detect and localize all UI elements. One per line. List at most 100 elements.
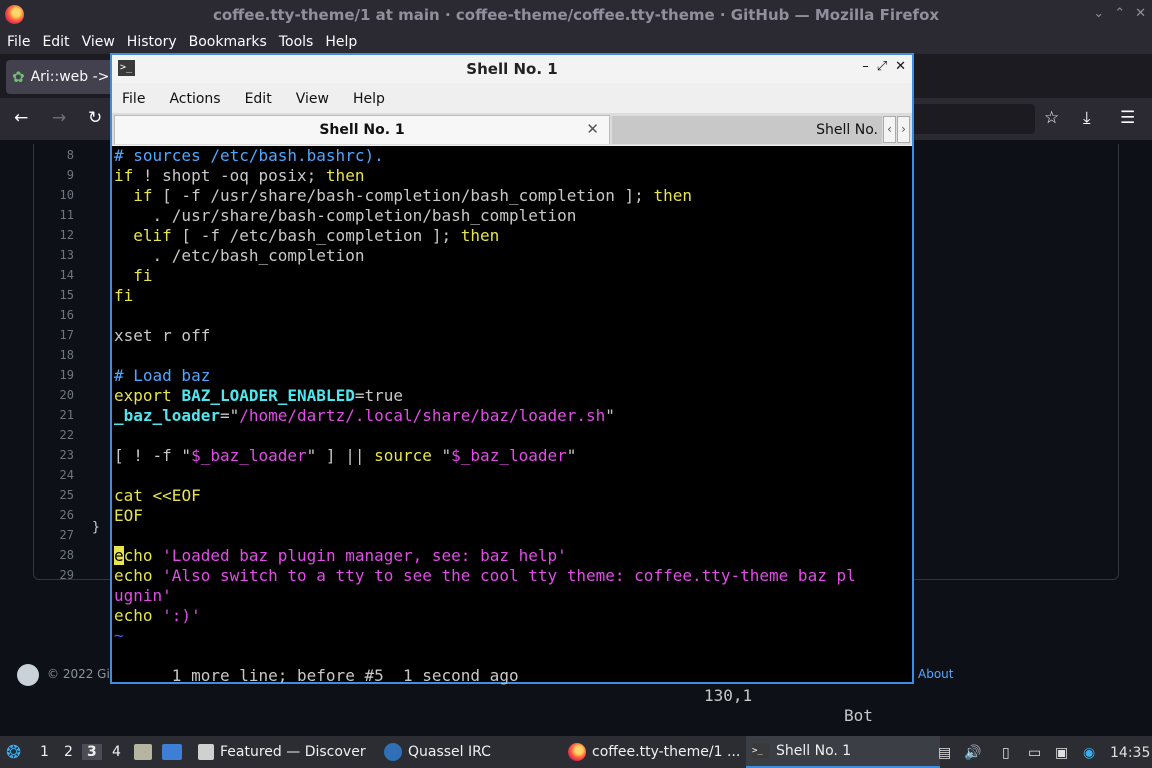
- code-line-number[interactable]: 9: [40, 168, 74, 182]
- menu-file[interactable]: File: [122, 91, 145, 107]
- code-line-number[interactable]: 12: [40, 228, 74, 242]
- code-text: [ -f /usr/share/bash-completion/bash_com…: [152, 186, 654, 205]
- code-line-number[interactable]: 15: [40, 288, 74, 302]
- tab-shell-1[interactable]: Shell No. 1 ✕: [114, 115, 610, 144]
- code-keyword: source: [374, 446, 432, 465]
- desktop-icon: [162, 744, 182, 760]
- code-variable: BAZ_LOADER_ENABLED: [181, 386, 355, 405]
- browser-tab[interactable]: ✿ Ari::web ->: [6, 60, 114, 94]
- menu-bookmarks[interactable]: Bookmarks: [189, 34, 267, 50]
- app-launcher[interactable]: ❂: [6, 736, 21, 768]
- code-line-number[interactable]: 24: [40, 468, 74, 482]
- code-string: $_baz_loader: [191, 446, 307, 465]
- files-launcher[interactable]: [134, 736, 152, 768]
- menu-edit[interactable]: Edit: [245, 91, 272, 107]
- minimize-icon[interactable]: ⌄: [1093, 6, 1104, 21]
- code-text: =": [219, 406, 240, 425]
- code-heredoc: <<EOF: [142, 486, 201, 505]
- network-icon[interactable]: ▣: [1055, 745, 1068, 761]
- menu-tools[interactable]: Tools: [279, 34, 314, 50]
- code-line-number[interactable]: 20: [40, 388, 74, 402]
- code-keyword: if: [114, 166, 134, 185]
- code-line-number[interactable]: 8: [40, 148, 74, 162]
- menu-help[interactable]: Help: [353, 91, 385, 107]
- code-line-number[interactable]: 11: [40, 208, 74, 222]
- taskbar-app-quassel[interactable]: Quassel IRC: [378, 736, 497, 768]
- taskbar-app-firefox[interactable]: coffee.tty-theme/1 ...: [562, 736, 746, 768]
- display-icon[interactable]: ▭: [1028, 745, 1041, 761]
- tab-shell-2[interactable]: Shell No.: [612, 116, 882, 144]
- code-line-number[interactable]: 23: [40, 448, 74, 462]
- code-text: ! shopt -oq posix;: [133, 166, 326, 185]
- terminal-tabbar: Shell No. 1 ✕ Shell No. ‹ ›: [112, 113, 912, 145]
- code-line-number[interactable]: 22: [40, 428, 74, 442]
- text-cursor: e: [114, 546, 124, 565]
- volume-icon[interactable]: 🔊: [964, 745, 981, 761]
- code-line-number[interactable]: 27: [40, 528, 74, 542]
- code-keyword: fi: [114, 286, 134, 305]
- code-keyword: export: [114, 386, 172, 405]
- menu-file[interactable]: File: [7, 34, 30, 50]
- download-icon[interactable]: ⤓: [1083, 108, 1091, 128]
- workspace-3[interactable]: 3: [82, 744, 102, 760]
- code-line-number[interactable]: 19: [40, 368, 74, 382]
- taskbar-app-shell[interactable]: >_ Shell No. 1: [746, 736, 940, 768]
- bookmark-star-icon[interactable]: ☆: [1044, 108, 1059, 128]
- discover-icon: [198, 744, 214, 760]
- terminal-title: Shell No. 1: [466, 60, 558, 78]
- tab-scroll-left-icon[interactable]: ‹: [883, 116, 896, 143]
- terminal-output[interactable]: # sources /etc/bash.bashrc). if ! shopt …: [112, 146, 912, 725]
- clipboard-icon[interactable]: ▤: [938, 745, 951, 761]
- tab-label: Shell No.: [816, 122, 878, 138]
- code-line-number[interactable]: 10: [40, 188, 74, 202]
- code-line-number[interactable]: 21: [40, 408, 74, 422]
- footer-about-link[interactable]: About: [918, 667, 953, 681]
- code-line-number[interactable]: 25: [40, 488, 74, 502]
- workspace-1[interactable]: 1: [40, 744, 49, 760]
- close-icon[interactable]: ✕: [1135, 6, 1146, 21]
- menu-help[interactable]: Help: [325, 34, 357, 50]
- github-logo-icon[interactable]: [17, 664, 39, 686]
- maximize-icon[interactable]: ⤢: [877, 59, 887, 74]
- close-tab-icon[interactable]: ✕: [586, 120, 599, 138]
- code-keyword: cat: [114, 486, 143, 505]
- code-line-number[interactable]: 18: [40, 348, 74, 362]
- code-line-number[interactable]: 14: [40, 268, 74, 282]
- code-comment: # Load baz: [114, 366, 211, 385]
- desktop-launcher[interactable]: [162, 736, 182, 768]
- code-line-number[interactable]: 16: [40, 308, 74, 322]
- hamburger-menu-icon[interactable]: ☰: [1120, 108, 1135, 128]
- code-variable: _baz_loader: [114, 406, 220, 425]
- vim-scroll-position: Bot: [844, 706, 873, 725]
- tab-scroll-right-icon[interactable]: ›: [897, 116, 910, 143]
- workspace-2[interactable]: 2: [64, 744, 73, 760]
- workspace-4[interactable]: 4: [112, 744, 121, 760]
- clock[interactable]: 14:35: [1110, 745, 1150, 761]
- update-icon[interactable]: ◉: [1083, 745, 1095, 761]
- code-string: ugnin': [114, 586, 172, 605]
- code-line-number[interactable]: 17: [40, 328, 74, 342]
- close-icon[interactable]: ✕: [895, 59, 906, 74]
- forward-arrow-icon[interactable]: →: [52, 108, 66, 128]
- code-line-number[interactable]: 13: [40, 248, 74, 262]
- code-text: ": [431, 446, 452, 465]
- url-bar[interactable]: [910, 104, 1035, 134]
- notes-icon[interactable]: ▯: [1002, 745, 1010, 761]
- code-line-number[interactable]: 28: [40, 548, 74, 562]
- menu-history[interactable]: History: [127, 34, 177, 50]
- taskbar-app-discover[interactable]: Featured — Discover: [192, 736, 372, 768]
- code-line-number[interactable]: 26: [40, 508, 74, 522]
- menu-view[interactable]: View: [82, 34, 115, 50]
- back-arrow-icon[interactable]: ←: [14, 108, 28, 128]
- code-keyword: then: [325, 166, 365, 185]
- code-text: ": [566, 446, 577, 465]
- menu-edit[interactable]: Edit: [42, 34, 69, 50]
- code-line-number[interactable]: 29: [40, 568, 74, 582]
- maximize-icon[interactable]: ⌃: [1114, 6, 1125, 21]
- minimize-icon[interactable]: –: [862, 59, 869, 74]
- reload-icon[interactable]: ↻: [88, 108, 102, 128]
- menu-actions[interactable]: Actions: [169, 91, 220, 107]
- menu-view[interactable]: View: [296, 91, 329, 107]
- code-comment: # sources /etc/bash.bashrc).: [114, 146, 384, 165]
